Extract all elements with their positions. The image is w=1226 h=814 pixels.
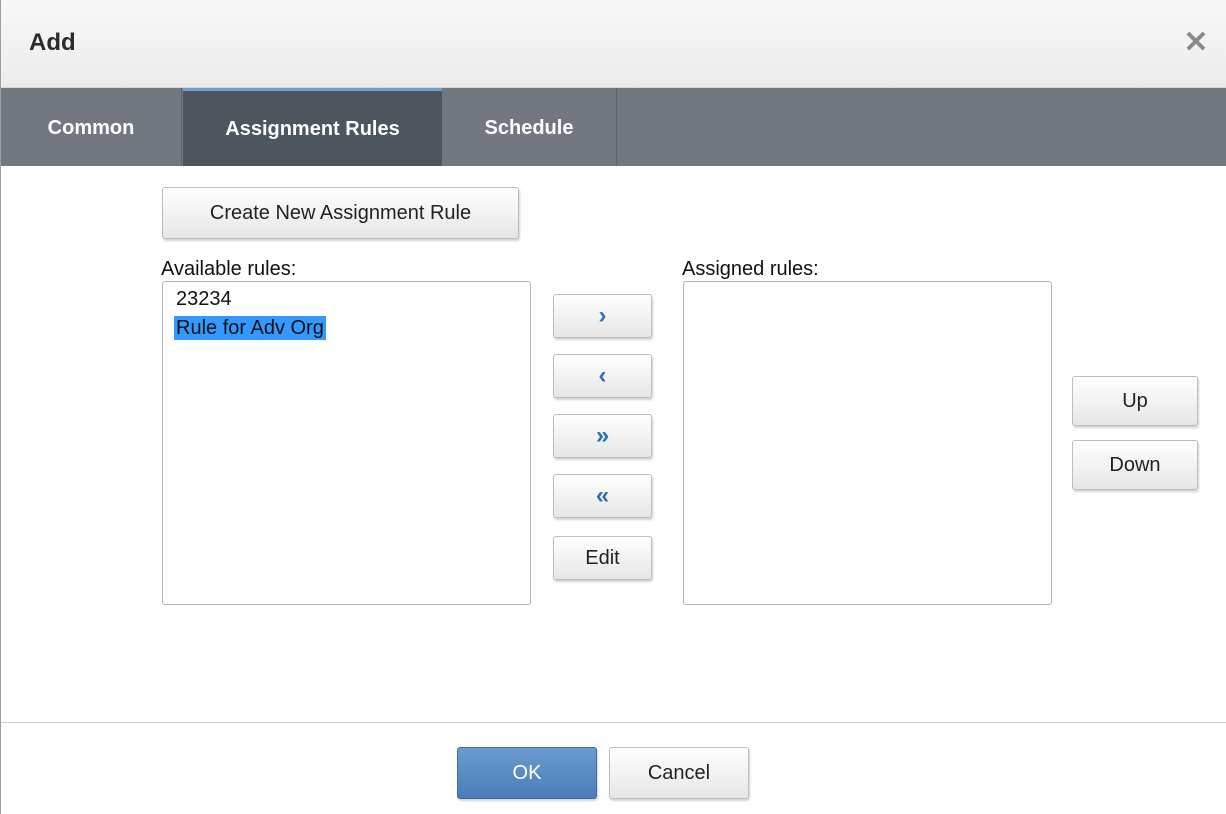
tab-common[interactable]: Common [1,88,182,166]
add-all-rules-button[interactable]: » [553,414,652,458]
cancel-button[interactable]: Cancel [609,747,749,799]
ok-button[interactable]: OK [457,747,597,799]
remove-rule-button[interactable]: ‹ [553,354,652,398]
assigned-rules-label: Assigned rules: [682,258,819,280]
move-up-button[interactable]: Up [1072,376,1198,426]
assigned-rules-list[interactable] [683,281,1052,605]
edit-rule-button[interactable]: Edit [553,536,652,580]
move-down-button[interactable]: Down [1072,440,1198,490]
chevron-right-icon: › [598,302,607,329]
add-dialog: Add ✕ Common Assignment Rules Schedule C… [0,0,1226,814]
tab-bar: Common Assignment Rules Schedule [1,88,1226,166]
footer-divider [1,722,1226,723]
list-item-selected[interactable]: Rule for Adv Org [174,316,326,340]
tab-assignment-rules[interactable]: Assignment Rules [183,88,442,166]
double-chevron-right-icon: » [595,422,610,449]
list-item[interactable]: 23234 [174,287,234,311]
chevron-left-icon: ‹ [598,362,607,389]
create-new-assignment-rule-button[interactable]: Create New Assignment Rule [162,187,519,239]
double-chevron-left-icon: « [595,482,610,509]
dialog-title: Add [29,29,76,56]
available-rules-list[interactable]: 23234 Rule for Adv Org [162,281,531,605]
add-rule-button[interactable]: › [553,294,652,338]
tab-schedule[interactable]: Schedule [442,88,617,166]
close-icon[interactable]: ✕ [1181,26,1211,60]
available-rules-label: Available rules: [161,258,297,280]
dialog-titlebar: Add ✕ [1,0,1226,88]
remove-all-rules-button[interactable]: « [553,474,652,518]
